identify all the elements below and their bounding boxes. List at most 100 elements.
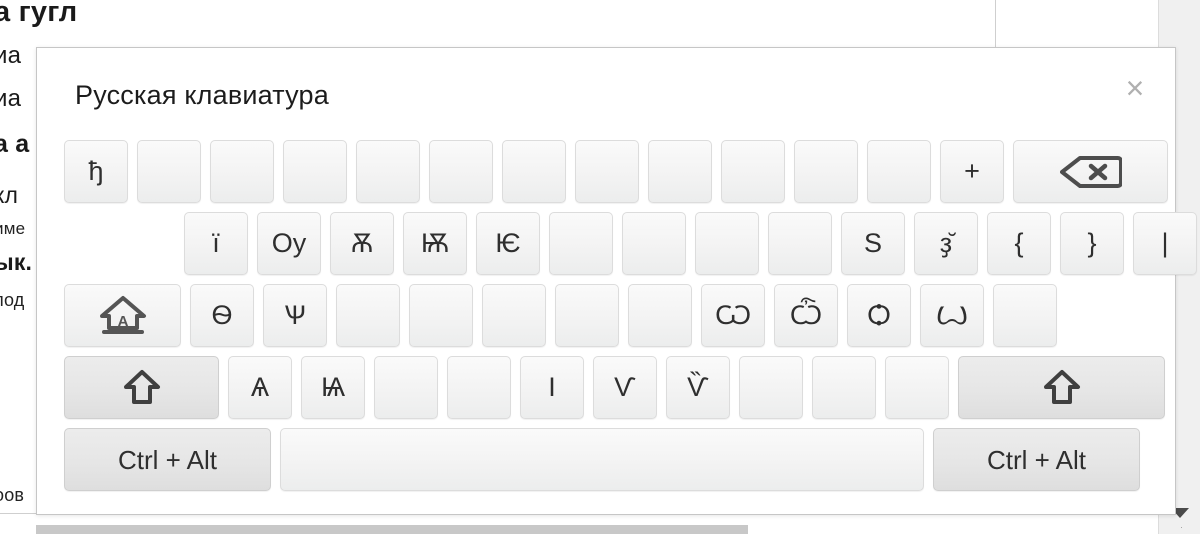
- key-blank-2-9[interactable]: [695, 212, 759, 275]
- key-omega[interactable]: Ѡ: [701, 284, 765, 347]
- key-ctrl-alt-left-label: Ctrl + Alt: [118, 444, 217, 475]
- key-blank-1-12[interactable]: [867, 140, 931, 203]
- key-blank-3-7[interactable]: [555, 284, 619, 347]
- key-round-omega-label: Ѻ: [867, 300, 891, 330]
- key-brace-left[interactable]: {: [987, 212, 1051, 275]
- key-blank-1-9[interactable]: [648, 140, 712, 203]
- key-blank-2-7[interactable]: [549, 212, 613, 275]
- key-round-omega[interactable]: Ѻ: [847, 284, 911, 347]
- scrollbar-tick: ·: [1180, 522, 1183, 532]
- shift-arrow-icon: [123, 369, 161, 407]
- key-uk-digraph[interactable]: Оу: [257, 212, 321, 275]
- key-blank-4-4[interactable]: [374, 356, 438, 419]
- key-fita[interactable]: Ѳ: [190, 284, 254, 347]
- key-blank-2-8[interactable]: [622, 212, 686, 275]
- key-shift-right[interactable]: [958, 356, 1165, 419]
- key-blank-1-8[interactable]: [575, 140, 639, 203]
- key-dze-label: Ѕ: [863, 228, 882, 258]
- keyboard-row-3: A Ѳ Ѱ ѠѼѺ Ꙍ: [64, 284, 1150, 347]
- close-icon[interactable]: ×: [1115, 68, 1155, 108]
- key-little-yus-label: Ѧ: [250, 372, 270, 402]
- key-iotated-big-yus-label: Ѭ: [420, 228, 450, 258]
- key-backspace[interactable]: [1013, 140, 1168, 203]
- dialog-title: Русская клавиатура: [75, 80, 329, 110]
- key-brace-right-label: }: [1087, 228, 1097, 258]
- key-yi-label: ї: [212, 228, 220, 258]
- virtual-keyboard-dialog: Русская клавиатура × ђ + ї Оу Ѫ Ѭ Ѥ Ѕҙ̆{} | A Ѳ Ѱ Ѡ Ѽ…: [36, 47, 1197, 515]
- key-yi[interactable]: ї: [184, 212, 248, 275]
- key-blank-1-3[interactable]: [210, 140, 274, 203]
- key-dje-label: ђ: [88, 156, 104, 186]
- key-iotated-e[interactable]: Ѥ: [476, 212, 540, 275]
- bg-footer-band: [36, 525, 748, 534]
- key-blank-1-7[interactable]: [502, 140, 566, 203]
- key-broad-omega[interactable]: Ꙍ: [920, 284, 984, 347]
- key-pipe[interactable]: |: [1133, 212, 1197, 275]
- key-plus[interactable]: +: [940, 140, 1004, 203]
- key-space[interactable]: [280, 428, 924, 491]
- key-iotated-e-label: Ѥ: [495, 228, 521, 258]
- backspace-icon: [1059, 155, 1122, 188]
- key-byelorussian-i-label: І: [548, 372, 556, 402]
- key-izhitsa-label: Ѵ: [614, 372, 636, 402]
- key-blank-4-9[interactable]: [739, 356, 803, 419]
- key-izhitsa-kendema-label: Ѷ: [687, 372, 709, 402]
- key-blank-1-10[interactable]: [721, 140, 785, 203]
- bg-heading-1: а гугл: [0, 0, 78, 28]
- key-blank-3-6[interactable]: [482, 284, 546, 347]
- keyboard-row-2: ї Оу Ѫ Ѭ Ѥ Ѕҙ̆ {} |: [64, 212, 1197, 275]
- bg-text-6: оов: [0, 485, 25, 505]
- keyboard-row-1: ђ +: [64, 140, 1168, 203]
- key-psi[interactable]: Ѱ: [263, 284, 327, 347]
- key-blank-1-11[interactable]: [794, 140, 858, 203]
- key-dze-breve[interactable]: ҙ̆: [914, 212, 978, 275]
- key-dze[interactable]: Ѕ: [841, 212, 905, 275]
- key-blank-3-5[interactable]: [409, 284, 473, 347]
- key-izhitsa-kendema[interactable]: Ѷ: [666, 356, 730, 419]
- key-big-yus-label: Ѫ: [350, 228, 374, 258]
- keyboard-row-5: Ctrl + Alt Ctrl + Alt: [64, 428, 1150, 491]
- bg-footer-band-right: [748, 525, 1200, 534]
- key-blank-1-2[interactable]: [137, 140, 201, 203]
- key-blank-3-13[interactable]: [993, 284, 1057, 347]
- key-psi-label: Ѱ: [284, 300, 306, 330]
- key-byelorussian-i[interactable]: І: [520, 356, 584, 419]
- key-pipe-label: |: [1161, 228, 1169, 258]
- key-ctrl-alt-left[interactable]: Ctrl + Alt: [64, 428, 271, 491]
- key-brace-left-label: {: [1014, 228, 1024, 258]
- key-blank-3-4[interactable]: [336, 284, 400, 347]
- bg-heading-2: а а: [0, 130, 30, 158]
- key-plus-label: +: [964, 156, 980, 186]
- key-iotated-little-yus-label: Ѩ: [320, 372, 346, 402]
- key-blank-1-5[interactable]: [356, 140, 420, 203]
- key-broad-omega-label: Ꙍ: [936, 300, 968, 330]
- key-izhitsa[interactable]: Ѵ: [593, 356, 657, 419]
- keyboard-row-4: ѦѨІѴѶ: [64, 356, 1165, 419]
- key-fita-label: Ѳ: [211, 300, 233, 330]
- key-shift-left[interactable]: [64, 356, 219, 419]
- key-blank-3-8[interactable]: [628, 284, 692, 347]
- key-blank-4-5[interactable]: [447, 356, 511, 419]
- key-omega-titlo[interactable]: Ѽ: [774, 284, 838, 347]
- key-omega-label: Ѡ: [714, 300, 752, 330]
- key-blank-4-11[interactable]: [885, 356, 949, 419]
- key-dje[interactable]: ђ: [64, 140, 128, 203]
- key-brace-right[interactable]: }: [1060, 212, 1124, 275]
- key-big-yus[interactable]: Ѫ: [330, 212, 394, 275]
- keyboard-rows: ђ + ї Оу Ѫ Ѭ Ѥ Ѕҙ̆{} | A Ѳ Ѱ Ѡ Ѽ Ѻ Ꙍ Ѧ Ѩ І Ѵ Ѷ Ctrl + Alt Ctrl…: [64, 140, 1197, 500]
- key-little-yus[interactable]: Ѧ: [228, 356, 292, 419]
- key-iotated-little-yus[interactable]: Ѩ: [301, 356, 365, 419]
- bg-text-3: кл: [0, 182, 19, 208]
- key-blank-2-10[interactable]: [768, 212, 832, 275]
- capslock-icon: A: [99, 295, 147, 337]
- key-iotated-big-yus[interactable]: Ѭ: [403, 212, 467, 275]
- key-blank-1-4[interactable]: [283, 140, 347, 203]
- key-blank-4-10[interactable]: [812, 356, 876, 419]
- key-dze-breve-label: ҙ̆: [939, 228, 953, 258]
- bg-text-1: иа: [0, 42, 22, 69]
- key-capslock[interactable]: A: [64, 284, 181, 347]
- key-blank-1-6[interactable]: [429, 140, 493, 203]
- bg-text-2: иа: [0, 85, 22, 112]
- key-ctrl-alt-right-label: Ctrl + Alt: [987, 444, 1086, 475]
- key-ctrl-alt-right[interactable]: Ctrl + Alt: [933, 428, 1140, 491]
